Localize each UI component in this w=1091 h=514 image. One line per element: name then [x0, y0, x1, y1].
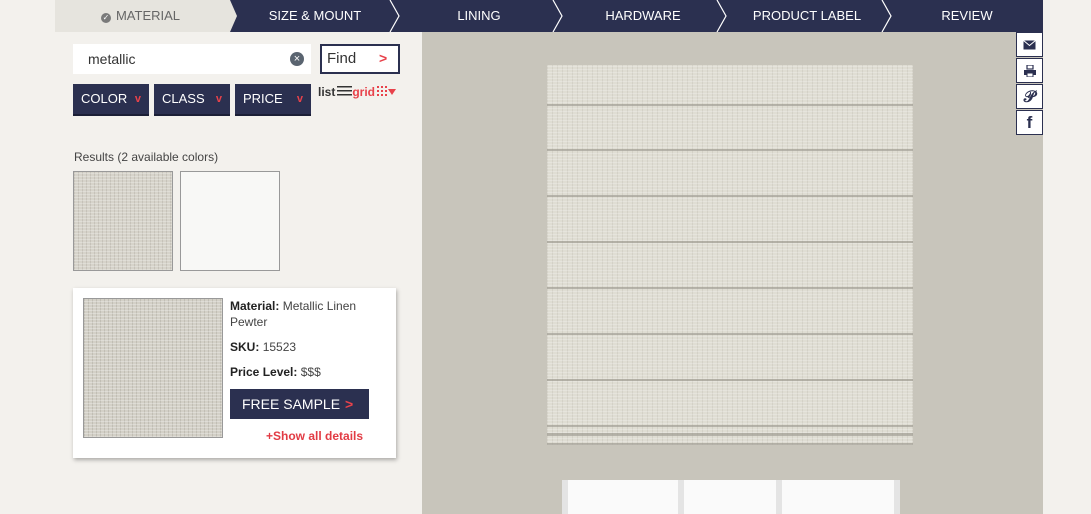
print-button[interactable]: [1016, 58, 1043, 83]
email-share-button[interactable]: [1016, 32, 1043, 57]
pinterest-icon: 𝒫: [1023, 87, 1036, 106]
price-value: $$$: [300, 365, 321, 379]
search-value: metallic: [88, 51, 136, 67]
shade-fold: [547, 333, 913, 335]
caret-down-icon: [388, 89, 397, 95]
step-lining[interactable]: LINING: [399, 0, 559, 32]
shade-fold: [547, 379, 913, 381]
left-gutter: [0, 0, 55, 514]
find-label: Find: [327, 50, 357, 67]
product-preview: [422, 32, 1043, 514]
step-label: REVIEW: [941, 8, 993, 23]
step-label: PRODUCT LABEL: [752, 8, 862, 23]
search-input[interactable]: metallic ×: [73, 44, 311, 74]
shade-fold: [547, 433, 913, 436]
step-label: LINING: [457, 8, 501, 23]
step-navigation: ✓ MATERIAL SIZE & MOUNT LINING HARDWARE P…: [55, 0, 1043, 32]
step-label: SIZE & MOUNT: [268, 8, 362, 23]
step-material[interactable]: ✓ MATERIAL: [55, 0, 226, 32]
step-size-mount[interactable]: SIZE & MOUNT: [235, 0, 395, 32]
swatch-white[interactable]: [180, 171, 280, 271]
step-label: MATERIAL: [115, 8, 181, 23]
clear-icon[interactable]: ×: [290, 52, 304, 66]
right-gutter: [1043, 0, 1091, 514]
pinterest-share-button[interactable]: 𝒫: [1016, 84, 1043, 109]
shade-fold: [547, 241, 913, 243]
price-line: Price Level: $$$: [230, 365, 321, 379]
price-label: Price Level:: [230, 365, 298, 379]
sku-line: SKU: 15523: [230, 340, 296, 354]
material-label: Material:: [230, 299, 280, 313]
material-panel: metallic × Find > COLOR v CLASS v PRICE …: [55, 32, 422, 514]
step-hardware[interactable]: HARDWARE: [562, 0, 724, 32]
facebook-share-button[interactable]: f: [1016, 110, 1043, 135]
list-icon: [337, 86, 353, 96]
window-frame: [562, 480, 568, 514]
view-list-link[interactable]: list: [318, 85, 353, 99]
swatch-metallic-linen[interactable]: [73, 171, 173, 271]
step-review[interactable]: REVIEW: [891, 0, 1043, 32]
check-icon: ✓: [100, 13, 111, 23]
shade-fold: [547, 195, 913, 197]
window-frame: [678, 480, 684, 514]
find-button[interactable]: Find >: [320, 44, 400, 74]
facebook-icon: f: [1026, 113, 1033, 132]
filter-price[interactable]: PRICE v: [235, 84, 311, 114]
window-pane: [562, 480, 900, 514]
product-detail-card: Material: Metallic Linen Pewter SKU: 155…: [73, 288, 396, 458]
material-line: Material: Metallic Linen Pewter: [230, 298, 380, 330]
view-toggle: list grid: [318, 85, 397, 99]
shade-fold: [547, 149, 913, 151]
filter-label: COLOR: [81, 91, 128, 106]
chevron-down-icon: v: [134, 93, 141, 105]
window-frame: [894, 480, 900, 514]
view-grid-label: grid: [352, 85, 376, 99]
print-icon: [1023, 64, 1036, 78]
step-product-label[interactable]: PRODUCT LABEL: [726, 0, 888, 32]
sample-label: FREE SAMPLE: [242, 396, 341, 412]
chevron-right-icon: >: [379, 50, 388, 66]
chevron-down-icon: v: [296, 93, 303, 105]
shade-fold: [547, 443, 913, 445]
sku-label: SKU:: [230, 340, 260, 354]
filter-class[interactable]: CLASS v: [154, 84, 230, 114]
shade-fold: [547, 287, 913, 289]
shade-fold: [547, 425, 913, 427]
results-count: Results (2 available colors): [74, 150, 219, 164]
filter-color[interactable]: COLOR v: [73, 84, 149, 114]
window-frame: [776, 480, 782, 514]
view-list-label: list: [318, 85, 336, 99]
roman-shade-image: [547, 65, 913, 445]
product-fabric-image: [83, 298, 223, 438]
chevron-right-icon: >: [345, 396, 354, 412]
step-label: HARDWARE: [605, 8, 681, 23]
chevron-down-icon: v: [215, 93, 222, 105]
email-icon: [1023, 40, 1036, 50]
free-sample-button[interactable]: FREE SAMPLE >: [230, 389, 369, 419]
sku-value: 15523: [262, 340, 297, 354]
view-grid-link[interactable]: grid: [352, 85, 397, 99]
filter-label: PRICE: [243, 91, 283, 106]
grid-icon: [377, 86, 388, 96]
filter-label: CLASS: [162, 91, 205, 106]
show-details-link[interactable]: +Show all details: [266, 429, 363, 443]
shade-fold: [547, 104, 913, 106]
